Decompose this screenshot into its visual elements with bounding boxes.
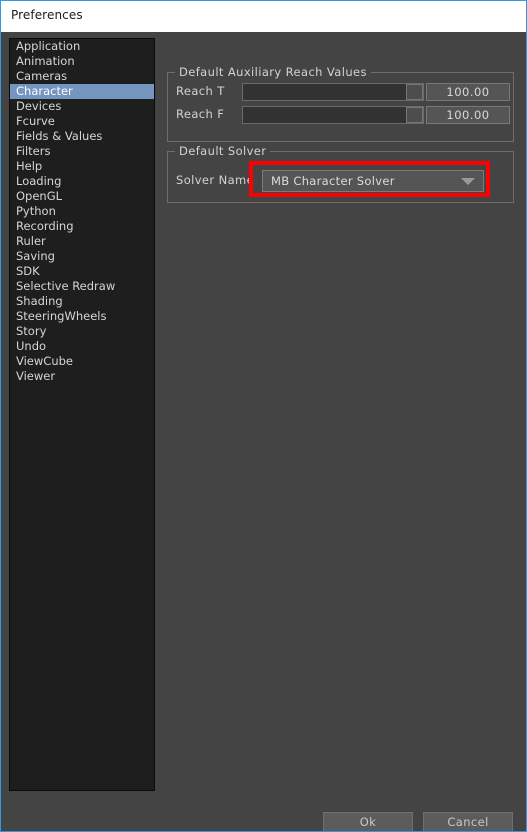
sidebar-item-saving[interactable]: Saving [10, 249, 154, 264]
sidebar-item-fcurve[interactable]: Fcurve [10, 114, 154, 129]
sidebar-item-undo[interactable]: Undo [10, 339, 154, 354]
sidebar-item-python[interactable]: Python [10, 204, 154, 219]
solver-name-selected-value: MB Character Solver [271, 174, 395, 188]
sidebar-item-application[interactable]: Application [10, 39, 154, 54]
reach-t-slider-handle[interactable] [406, 84, 423, 100]
reach-t-value-field[interactable]: 100.00 [426, 83, 510, 101]
cancel-button[interactable]: Cancel [423, 812, 513, 831]
sidebar-item-opengl[interactable]: OpenGL [10, 189, 154, 204]
reach-t-slider[interactable] [242, 83, 424, 101]
solver-name-label: Solver Name [176, 173, 255, 187]
dialog-body: Application Animation Cameras Character Devi… [1, 32, 526, 831]
sidebar-item-animation[interactable]: Animation [10, 54, 154, 69]
sidebar-item-loading[interactable]: Loading [10, 174, 154, 189]
window-titlebar: Preferences [1, 1, 526, 32]
solver-name-dropdown[interactable]: MB Character Solver [262, 170, 484, 192]
sidebar-item-recording[interactable]: Recording [10, 219, 154, 234]
default-solver-group: Default Solver Solver Name MB Character … [167, 144, 514, 203]
preferences-window: Preferences Application Animation Cameras C… [0, 0, 527, 832]
sidebar-item-viewer[interactable]: Viewer [10, 369, 154, 384]
reach-f-value-field[interactable]: 100.00 [426, 106, 510, 124]
sidebar-item-help[interactable]: Help [10, 159, 154, 174]
reach-f-label: Reach F [176, 107, 225, 121]
sidebar-item-cameras[interactable]: Cameras [10, 69, 154, 84]
sidebar-item-ruler[interactable]: Ruler [10, 234, 154, 249]
window-title: Preferences [11, 8, 83, 22]
reach-f-slider[interactable] [242, 106, 424, 124]
sidebar-item-viewcube[interactable]: ViewCube [10, 354, 154, 369]
group-legend-reach: Default Auxiliary Reach Values [175, 65, 371, 79]
reach-t-label: Reach T [176, 84, 225, 98]
sidebar-item-story[interactable]: Story [10, 324, 154, 339]
sidebar-item-character[interactable]: Character [10, 84, 154, 99]
group-legend-solver: Default Solver [175, 144, 271, 158]
sidebar-item-sdk[interactable]: SDK [10, 264, 154, 279]
chevron-down-icon[interactable] [461, 178, 475, 185]
reach-f-slider-handle[interactable] [406, 107, 423, 123]
sidebar-item-selective-redraw[interactable]: Selective Redraw [10, 279, 154, 294]
ok-button[interactable]: Ok [323, 812, 413, 831]
default-auxiliary-reach-values-group: Default Auxiliary Reach Values Reach T 1… [167, 65, 514, 142]
sidebar-item-devices[interactable]: Devices [10, 99, 154, 114]
sidebar-item-steeringwheels[interactable]: SteeringWheels [10, 309, 154, 324]
sidebar-item-fields-values[interactable]: Fields & Values [10, 129, 154, 144]
preferences-category-list[interactable]: Application Animation Cameras Character Devi… [9, 38, 155, 791]
sidebar-item-filters[interactable]: Filters [10, 144, 154, 159]
sidebar-item-shading[interactable]: Shading [10, 294, 154, 309]
